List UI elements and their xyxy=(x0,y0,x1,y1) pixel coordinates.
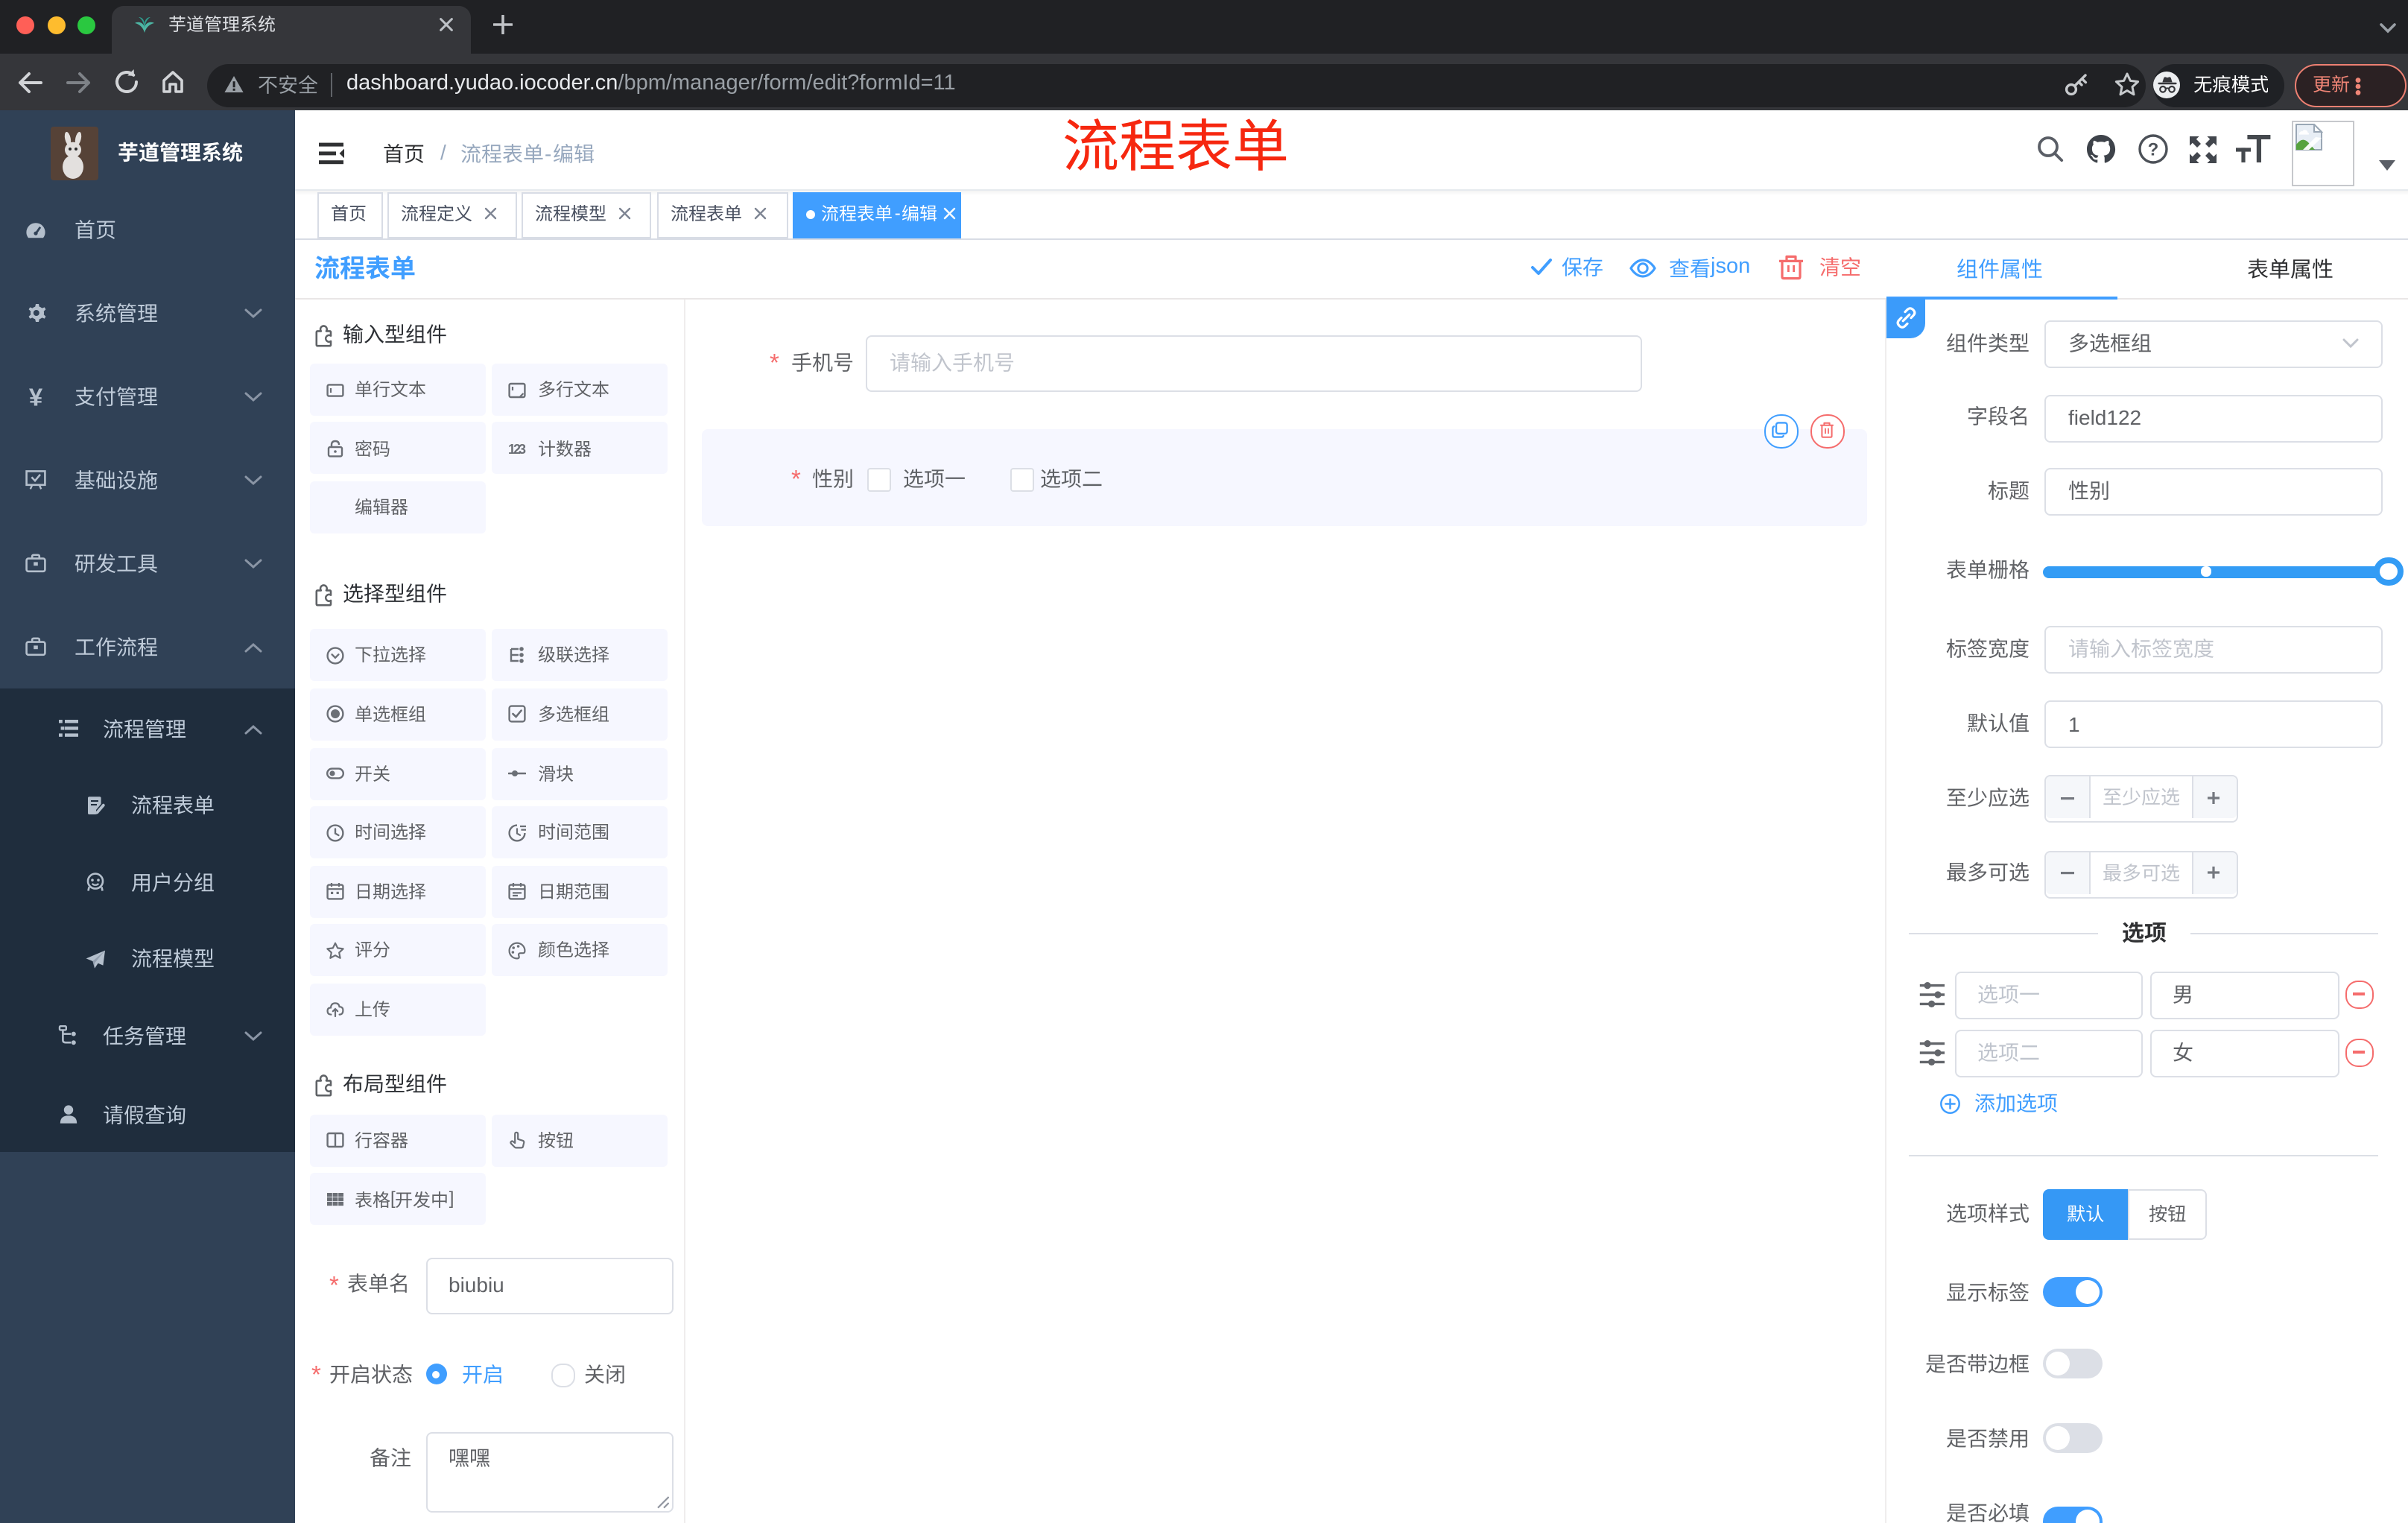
svg-text:?: ? xyxy=(2148,140,2159,160)
svg-text:123: 123 xyxy=(508,442,526,457)
svg-text:¥: ¥ xyxy=(29,387,43,408)
